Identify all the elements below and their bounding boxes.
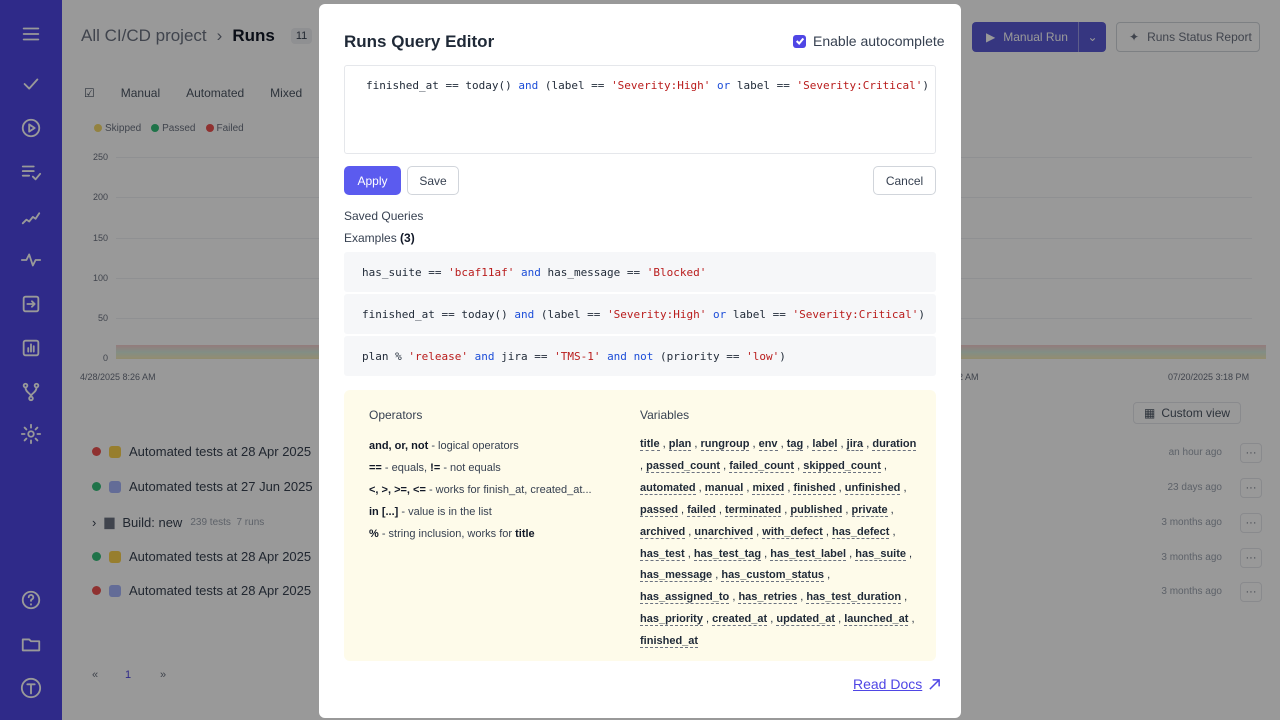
variables-list: title , plan , rungroup , env , tag , la… [640, 438, 917, 649]
variable-finished[interactable]: finished [793, 481, 836, 495]
variable-unfinished[interactable]: unfinished [844, 481, 901, 495]
variable-has-message[interactable]: has_message [640, 569, 713, 583]
example-query[interactable]: finished_at == today() and (label == 'Se… [344, 294, 936, 334]
variable-has-retries[interactable]: has_retries [738, 591, 798, 605]
variable-launched-at[interactable]: launched_at [844, 613, 909, 627]
read-docs-link[interactable]: Read Docs [853, 676, 941, 692]
examples-count: (3) [400, 231, 415, 245]
variable-passed-count[interactable]: passed_count [646, 459, 721, 473]
variable-mixed[interactable]: mixed [752, 481, 785, 495]
variable-created-at[interactable]: created_at [712, 613, 768, 627]
external-link-icon [929, 678, 941, 690]
variable-failed[interactable]: failed [687, 503, 716, 517]
example-query[interactable]: has_suite == 'bcaf11af' and has_message … [344, 252, 936, 292]
variable-finished-at[interactable]: finished_at [640, 635, 699, 649]
variable-has-test-tag[interactable]: has_test_tag [693, 547, 762, 561]
variable-skipped-count[interactable]: skipped_count [803, 459, 881, 473]
operators-heading: Operators [369, 408, 423, 422]
variable-env[interactable]: env [758, 438, 778, 451]
variables-heading: Variables [640, 408, 690, 422]
save-button[interactable]: Save [407, 166, 459, 195]
autocomplete-label: Enable autocomplete [813, 33, 945, 49]
cancel-button[interactable]: Cancel [873, 166, 936, 195]
query-text: finished_at == today() and (label == 'Se… [366, 79, 929, 92]
apply-button[interactable]: Apply [344, 166, 401, 195]
examples-label: Examples (3) [344, 231, 415, 245]
modal-title: Runs Query Editor [344, 32, 495, 51]
variable-automated[interactable]: automated [640, 481, 696, 495]
variable-published[interactable]: published [790, 503, 843, 517]
operator-line: in [...] - value is in the list [369, 506, 492, 518]
operator-line: % - string inclusion, works for title [369, 528, 535, 540]
variable-rungroup[interactable]: rungroup [700, 438, 750, 451]
operator-line: and, or, not - logical operators [369, 440, 519, 452]
variable-has-suite[interactable]: has_suite [855, 547, 906, 561]
variable-private[interactable]: private [851, 503, 888, 517]
variable-updated-at[interactable]: updated_at [776, 613, 836, 627]
variable-duration[interactable]: duration [872, 438, 917, 451]
autocomplete-toggle[interactable]: Enable autocomplete [793, 33, 945, 49]
variable-passed[interactable]: passed [640, 503, 678, 517]
variable-has-assigned-to[interactable]: has_assigned_to [640, 591, 730, 605]
read-docs-label: Read Docs [853, 676, 923, 692]
variable-failed-count[interactable]: failed_count [729, 459, 795, 473]
variable-unarchived[interactable]: unarchived [694, 525, 754, 539]
variable-tag[interactable]: tag [786, 438, 804, 451]
runs-query-editor-modal: Runs Query Editor Enable autocomplete fi… [319, 4, 961, 718]
query-editor[interactable]: finished_at == today() and (label == 'Se… [344, 65, 936, 154]
example-query[interactable]: plan % 'release' and jira == 'TMS-1' and… [344, 336, 936, 376]
operator-line: <, >, >=, <= - works for finish_at, crea… [369, 484, 592, 496]
variable-has-defect[interactable]: has_defect [831, 525, 890, 539]
operator-line: == - equals, != - not equals [369, 462, 501, 474]
variable-archived[interactable]: archived [640, 525, 686, 539]
variable-has-test[interactable]: has_test [640, 547, 685, 561]
variable-title[interactable]: title [640, 438, 660, 451]
syntax-help-panel: Operators Variables and, or, not - logic… [344, 390, 936, 661]
variable-has-test-label[interactable]: has_test_label [770, 547, 847, 561]
variable-jira[interactable]: jira [846, 438, 864, 451]
variable-terminated[interactable]: terminated [725, 503, 782, 517]
saved-queries-label[interactable]: Saved Queries [344, 209, 423, 223]
variable-label[interactable]: label [812, 438, 838, 451]
variable-manual[interactable]: manual [704, 481, 744, 495]
autocomplete-checkbox[interactable] [793, 34, 806, 48]
variable-has-priority[interactable]: has_priority [640, 613, 703, 627]
variable-has-custom-status[interactable]: has_custom_status [721, 569, 825, 583]
variable-has-test-duration[interactable]: has_test_duration [806, 591, 902, 605]
variable-plan[interactable]: plan [668, 438, 692, 451]
variable-with-defect[interactable]: with_defect [762, 525, 823, 539]
